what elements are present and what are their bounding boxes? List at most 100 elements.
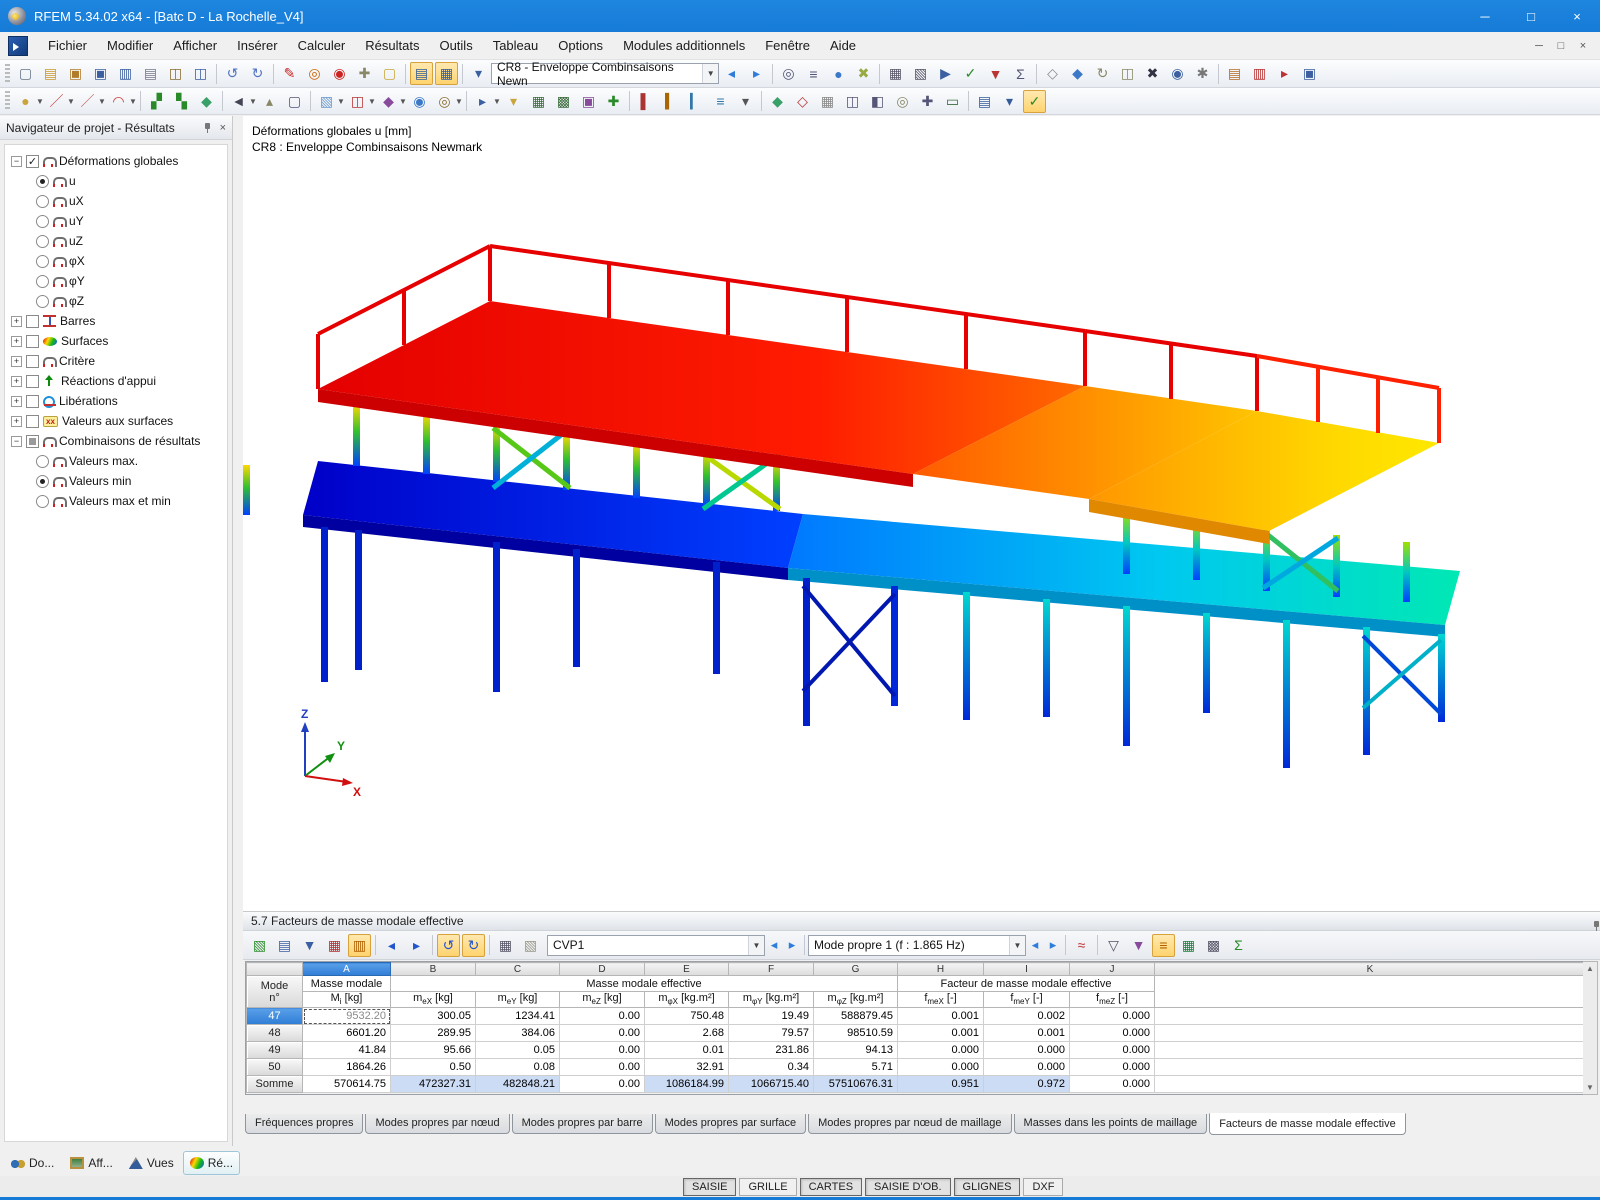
cell[interactable]: 0.000: [983, 1041, 1070, 1059]
cell[interactable]: 0.000: [1069, 1024, 1155, 1042]
surface-new-icon[interactable]: ◆: [195, 90, 218, 113]
radio-button[interactable]: [36, 174, 49, 188]
cell[interactable]: 0.001: [897, 1007, 984, 1025]
load-case-combo[interactable]: CR8 - Enveloppe Combinsaisons Newn ▼: [491, 60, 719, 88]
decimal-places-icon[interactable]: Σ: [1227, 934, 1250, 957]
guidelines-icon[interactable]: ◆: [1066, 62, 1089, 85]
fe-settings-icon[interactable]: ▣: [577, 90, 600, 113]
new-comment-icon[interactable]: ▢: [378, 62, 401, 85]
radio-button[interactable]: [36, 194, 49, 208]
unit-header-4[interactable]: mφX [kg.m²]: [644, 991, 729, 1008]
radio-button[interactable]: [36, 494, 49, 508]
tree-item-lib-rations[interactable]: + Libérations: [11, 391, 227, 411]
view-3d-icon[interactable]: ◫: [841, 90, 864, 113]
check-icon[interactable]: ✓: [1023, 89, 1046, 113]
cell[interactable]: 0.000: [897, 1041, 984, 1059]
cell[interactable]: 0.002: [983, 1007, 1070, 1025]
model-3d-render[interactable]: Z Y X: [243, 116, 1600, 912]
menu-afficher[interactable]: Afficher: [163, 34, 227, 57]
results-display-icon[interactable]: Σ: [1009, 62, 1032, 85]
node-icon[interactable]: ●: [14, 90, 37, 113]
tree-item--z[interactable]: φZ: [11, 291, 227, 311]
results-members-icon[interactable]: ▌: [634, 90, 657, 113]
load-case-view-icon[interactable]: ▾: [502, 90, 525, 113]
checkbox[interactable]: [26, 394, 39, 408]
prev-mode-arrow[interactable]: ◂: [1026, 937, 1044, 953]
calculate-all-icon[interactable]: ▶: [934, 62, 957, 85]
checkbox[interactable]: [26, 434, 39, 448]
unit-header-2[interactable]: meY [kg]: [475, 991, 560, 1008]
collapse-icon[interactable]: −: [11, 155, 22, 167]
cell-k[interactable]: [1154, 1007, 1586, 1025]
open-file-icon[interactable]: ▤: [39, 62, 62, 85]
scale-icon[interactable]: ▾: [734, 90, 757, 113]
status-cartes[interactable]: CARTES: [799, 1177, 863, 1196]
3d-viewport[interactable]: Z Y X Déformations globales u [mm] CR8 :…: [243, 116, 1600, 912]
tree-item-uy[interactable]: uY: [11, 211, 227, 231]
row-header-Somme[interactable]: Somme: [246, 1075, 303, 1093]
excel-export-icon[interactable]: ▦: [1177, 934, 1200, 957]
print-report-icon[interactable]: ▤: [973, 90, 996, 113]
expand-icon[interactable]: +: [11, 315, 22, 327]
next-cvp-arrow[interactable]: ▸: [783, 937, 801, 953]
menu-ins-rer[interactable]: Insérer: [227, 34, 287, 57]
report-settings-icon[interactable]: ▾: [998, 90, 1021, 113]
pan-icon[interactable]: ✚: [916, 90, 939, 113]
bar-diagram-icon[interactable]: ≡: [1152, 933, 1175, 957]
row-header-50[interactable]: 50: [246, 1058, 303, 1076]
menu-calculer[interactable]: Calculer: [288, 34, 356, 57]
generate-mesh-icon[interactable]: ▦: [527, 90, 550, 113]
tree-item-barres[interactable]: + Barres: [11, 311, 227, 331]
section-icon[interactable]: ◇: [791, 90, 814, 113]
chevron-down-icon[interactable]: ▼: [1009, 935, 1025, 955]
menu-fen-tre[interactable]: Fenêtre: [755, 34, 820, 57]
visibility-icon[interactable]: ◆: [377, 90, 400, 113]
checkbox[interactable]: [26, 374, 39, 388]
settings-icon[interactable]: ✱: [1191, 62, 1214, 85]
cell[interactable]: 98510.59: [813, 1024, 898, 1042]
unit-header-8[interactable]: fmeY [-]: [983, 991, 1070, 1008]
cell[interactable]: 94.13: [813, 1041, 898, 1059]
help-layers-icon[interactable]: ▣: [1298, 62, 1321, 85]
radio-button[interactable]: [36, 214, 49, 228]
print-icon[interactable]: ▤: [139, 62, 162, 85]
rotate-view-icon[interactable]: ↻: [1091, 62, 1114, 85]
arc-icon[interactable]: ◠: [107, 90, 130, 113]
cell[interactable]: 0.001: [897, 1024, 984, 1042]
cell[interactable]: 95.66: [390, 1041, 476, 1059]
checkbox[interactable]: [26, 334, 39, 348]
menu-tableau[interactable]: Tableau: [483, 34, 549, 57]
cell[interactable]: 0.000: [983, 1058, 1070, 1076]
checkbox[interactable]: ✓: [26, 154, 39, 168]
print-preview-icon[interactable]: ◫: [164, 62, 187, 85]
cut-plane-icon[interactable]: ✖: [1141, 62, 1164, 85]
cell[interactable]: 32.91: [644, 1058, 729, 1076]
checkbox[interactable]: [26, 414, 39, 428]
tab-modes-propres-par-barre[interactable]: Modes propres par barre: [511, 1114, 653, 1134]
cell[interactable]: 0.01: [644, 1041, 729, 1059]
radio-button[interactable]: [36, 234, 49, 248]
col-next-icon[interactable]: ▸: [405, 934, 428, 957]
radio-button[interactable]: [36, 274, 49, 288]
chevron-down-icon[interactable]: ▼: [702, 64, 718, 83]
edit-polyline-icon[interactable]: ✎: [278, 62, 301, 85]
tree-item-combinaisons-de-r-sultats[interactable]: − Combinaisons de résultats: [11, 431, 227, 451]
cell[interactable]: 9532.20: [302, 1007, 391, 1025]
table-row-down-icon[interactable]: ▼: [298, 934, 321, 957]
cell-k[interactable]: [1154, 1075, 1586, 1093]
collapse-icon[interactable]: −: [11, 435, 22, 447]
scroll-down-icon[interactable]: ▼: [1586, 1083, 1594, 1092]
cell[interactable]: 1234.41: [475, 1007, 560, 1025]
close-button[interactable]: ×: [1554, 0, 1600, 32]
new-file-icon[interactable]: ▢: [14, 62, 37, 85]
cell[interactable]: 0.00: [559, 1058, 645, 1076]
maximize-button[interactable]: □: [1508, 0, 1554, 32]
menu-outils[interactable]: Outils: [429, 34, 482, 57]
expand-icon[interactable]: +: [11, 415, 22, 427]
masse-modale-effective-header[interactable]: Masse modale effective: [390, 975, 898, 992]
checkbox[interactable]: [26, 314, 39, 328]
tree-item-ux[interactable]: uX: [11, 191, 227, 211]
smooth-icon[interactable]: ≡: [709, 90, 732, 113]
cell-k[interactable]: [1154, 1041, 1586, 1059]
column-letter-E[interactable]: E: [644, 962, 729, 976]
